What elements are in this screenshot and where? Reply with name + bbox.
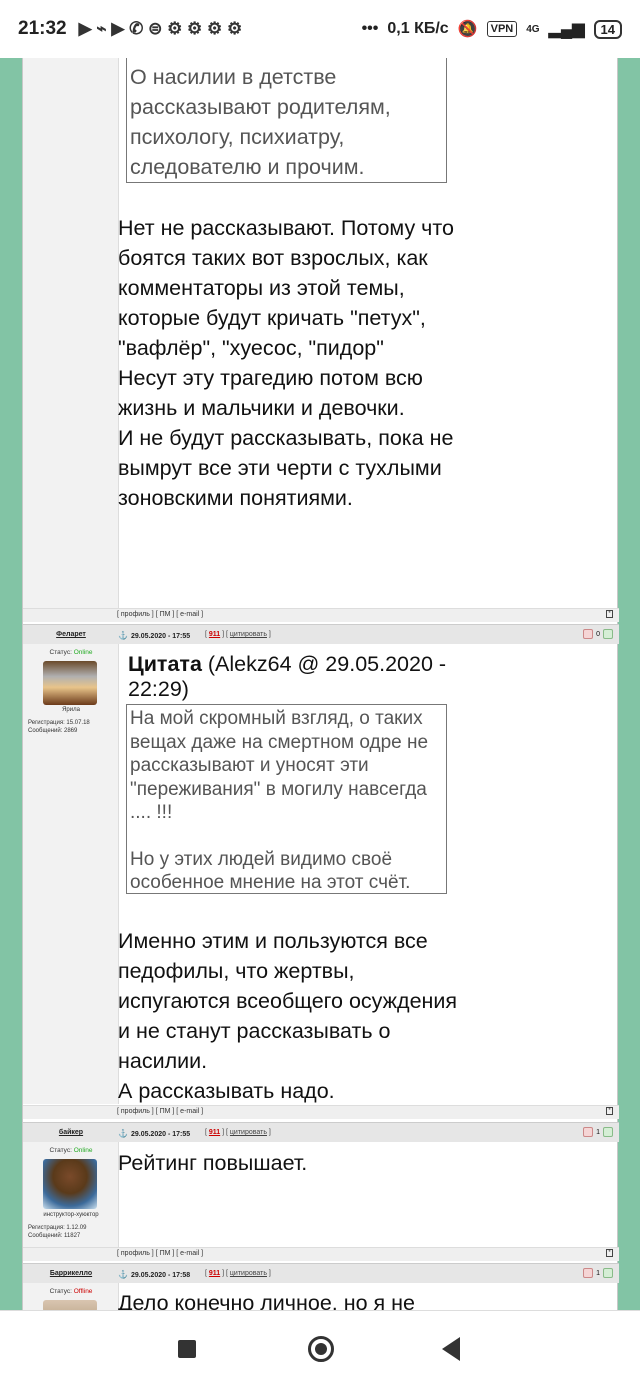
post-number[interactable]: 911: [209, 1270, 220, 1277]
author-nick[interactable]: Баррикелло: [23, 1270, 119, 1277]
notification-icons: ▶ ⌁ ▶ ✆ ⊜ ⚙ ⚙ ⚙ ⚙: [78, 19, 243, 38]
clock: 21:32: [18, 18, 67, 39]
vote-up-icon[interactable]: [603, 1268, 613, 1278]
post-header: Баррикелло ⚓ 29.05.2020 - 17:58 [ 911 ] […: [23, 1263, 619, 1283]
post-footer: [ профиль ] [ ПМ ] [ e-mail ] *: [23, 608, 619, 622]
author-nick[interactable]: Феларет: [23, 631, 119, 638]
post-header: Феларет ⚓ 29.05.2020 - 17:55 [ 911 ] [ ци…: [23, 624, 619, 644]
cite-controls: [ 911 ] [ цитировать ]: [205, 1129, 271, 1136]
post-header: байкер ⚓ 29.05.2020 - 17:55 [ 911 ] [ цит…: [23, 1122, 619, 1142]
anchor-icon[interactable]: ⚓: [118, 631, 128, 640]
author-info: Регистрация: 15.07.18 Сообщений: 2869: [28, 720, 90, 734]
author-status: Статус: Online: [49, 649, 93, 656]
anchor-icon[interactable]: ⚓: [118, 1270, 128, 1279]
vote-up-icon[interactable]: [603, 629, 613, 639]
post-number[interactable]: 911: [209, 1129, 220, 1136]
status-bar: 21:32 ▶ ⌁ ▶ ✆ ⊜ ⚙ ⚙ ⚙ ⚙ ••• 0,1 КБ/с 🔕 V…: [0, 0, 640, 58]
vote-down-icon[interactable]: [583, 629, 594, 639]
vote-controls: 0: [583, 629, 613, 639]
cite-link[interactable]: цитировать: [230, 1129, 267, 1136]
post-text: Дело конечно личное, но я не: [118, 1291, 415, 1310]
post-author-column: [23, 58, 119, 608]
profile-links[interactable]: [ профиль ] [ ПМ ] [ e-mail ]: [117, 611, 203, 618]
cite-link[interactable]: цитировать: [230, 1270, 267, 1277]
vote-count: 1: [596, 1269, 600, 1277]
back-icon[interactable]: [442, 1337, 460, 1361]
cite-link[interactable]: цитировать: [230, 631, 267, 638]
vote-up-icon[interactable]: [603, 1127, 613, 1137]
quote-box: На мой скромный взгляд, о таких вещах да…: [126, 704, 447, 894]
avatar[interactable]: [43, 1159, 97, 1209]
recents-icon[interactable]: [178, 1340, 196, 1358]
forum-thread: О насилии в детстве рассказывают родител…: [22, 58, 619, 1310]
signal-icon: ▂▄▆: [548, 21, 585, 38]
post-date: ⚓ 29.05.2020 - 17:55: [118, 1129, 191, 1138]
vote-down-icon[interactable]: [583, 1268, 594, 1278]
author-status: Статус: Offline: [49, 1288, 93, 1295]
vpn-icon: VPN: [486, 21, 518, 37]
post-date: ⚓ 29.05.2020 - 17:55: [118, 631, 191, 640]
report-button[interactable]: *: [606, 1249, 613, 1257]
network-speed: 0,1 КБ/с: [387, 20, 449, 37]
quote-title: Цитата (Alekz64 @ 29.05.2020 - 22:29): [128, 652, 447, 701]
home-icon[interactable]: [308, 1336, 334, 1362]
more-icon: •••: [361, 20, 379, 37]
avatar[interactable]: [43, 1300, 97, 1310]
post-text: Нет не рассказывают. Потому что боятся т…: [118, 216, 454, 510]
network-type: 4G: [526, 23, 540, 35]
page-background: О насилии в детстве рассказывают родител…: [0, 58, 640, 1310]
vote-controls: 1: [583, 1127, 613, 1137]
post-text: Именно этим и пользуются все педофилы, ч…: [118, 929, 458, 1103]
vote-count: 1: [596, 1128, 600, 1136]
avatar-caption: Ярила: [62, 707, 80, 713]
author-info: Регистрация: 1.12.09 Сообщений: 11827: [28, 1225, 87, 1239]
post-date: ⚓ 29.05.2020 - 17:58: [118, 1270, 191, 1279]
vote-down-icon[interactable]: [583, 1127, 594, 1137]
profile-links[interactable]: [ профиль ] [ ПМ ] [ e-mail ]: [117, 1250, 203, 1257]
cite-controls: [ 911 ] [ цитировать ]: [205, 631, 271, 638]
report-button[interactable]: *: [606, 610, 613, 618]
vote-count: 0: [596, 630, 600, 638]
anchor-icon[interactable]: ⚓: [118, 1129, 128, 1138]
android-nav-bar: [0, 1310, 640, 1387]
author-nick[interactable]: байкер: [23, 1129, 119, 1136]
mute-icon: 🔕: [457, 21, 478, 38]
avatar-caption: инструктор-хуюктор: [43, 1212, 99, 1218]
post-number[interactable]: 911: [209, 631, 220, 638]
author-status: Статус: Online: [49, 1147, 93, 1154]
post-footer: [ профиль ] [ ПМ ] [ e-mail ] *: [23, 1105, 619, 1119]
report-button[interactable]: *: [606, 1107, 613, 1115]
post-footer: [ профиль ] [ ПМ ] [ e-mail ] *: [23, 1247, 619, 1261]
quote-box: О насилии в детстве рассказывают родител…: [126, 58, 447, 183]
cite-controls: [ 911 ] [ цитировать ]: [205, 1270, 271, 1277]
profile-links[interactable]: [ профиль ] [ ПМ ] [ e-mail ]: [117, 1108, 203, 1115]
post-text: Рейтинг повышает.: [118, 1151, 308, 1175]
vote-controls: 1: [583, 1268, 613, 1278]
post-author-column: [23, 644, 119, 1104]
battery-icon: 14: [593, 19, 622, 39]
avatar[interactable]: [43, 661, 97, 705]
